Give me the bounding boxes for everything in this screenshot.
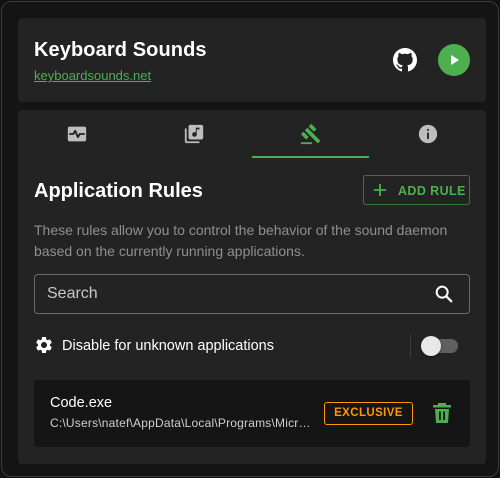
activity-icon: [67, 126, 87, 142]
tab-about[interactable]: [369, 110, 486, 158]
main-card: Application Rules ADD RULE These rules a…: [18, 110, 486, 464]
tab-rules[interactable]: [252, 110, 369, 158]
play-icon: [451, 55, 459, 65]
disable-unknown-setting: Disable for unknown applications: [34, 332, 470, 360]
divider: [410, 334, 411, 358]
search-field[interactable]: [34, 274, 470, 314]
plus-icon: [374, 184, 386, 196]
tab-bar: [18, 110, 486, 158]
app-window: Keyboard Sounds keyboardsounds.net Appli…: [1, 1, 499, 477]
website-link[interactable]: keyboardsounds.net: [34, 68, 151, 83]
search-input[interactable]: [47, 275, 427, 313]
play-button[interactable]: [438, 44, 470, 76]
disable-unknown-toggle[interactable]: [421, 336, 459, 356]
rule-type-badge[interactable]: EXCLUSIVE: [324, 402, 413, 425]
header-card: Keyboard Sounds keyboardsounds.net: [18, 18, 486, 102]
rule-list-item[interactable]: Code.exe C:\Users\natef\AppData\Local\Pr…: [34, 380, 470, 447]
music-library-icon: [184, 124, 204, 144]
tab-library[interactable]: [135, 110, 252, 158]
info-icon: [418, 124, 438, 144]
rule-app-path: C:\Users\natef\AppData\Local\Programs\Mi…: [50, 416, 315, 430]
gear-icon: [36, 337, 52, 353]
rules-description: These rules allow you to control the beh…: [34, 222, 448, 259]
gavel-icon: [300, 123, 321, 145]
toggle-thumb: [421, 336, 441, 356]
app-title: Keyboard Sounds: [34, 39, 207, 61]
github-icon: [393, 48, 417, 72]
disable-unknown-label: Disable for unknown applications: [62, 338, 274, 354]
search-icon[interactable]: [433, 283, 455, 305]
tab-status[interactable]: [18, 110, 135, 158]
section-title: Application Rules: [34, 180, 203, 202]
tab-active-indicator: [252, 156, 369, 158]
add-rule-button[interactable]: ADD RULE: [363, 175, 470, 205]
github-button[interactable]: [393, 48, 417, 72]
delete-icon[interactable]: [431, 401, 453, 425]
add-rule-label: ADD RULE: [398, 184, 466, 198]
rule-app-name: Code.exe: [50, 395, 113, 411]
